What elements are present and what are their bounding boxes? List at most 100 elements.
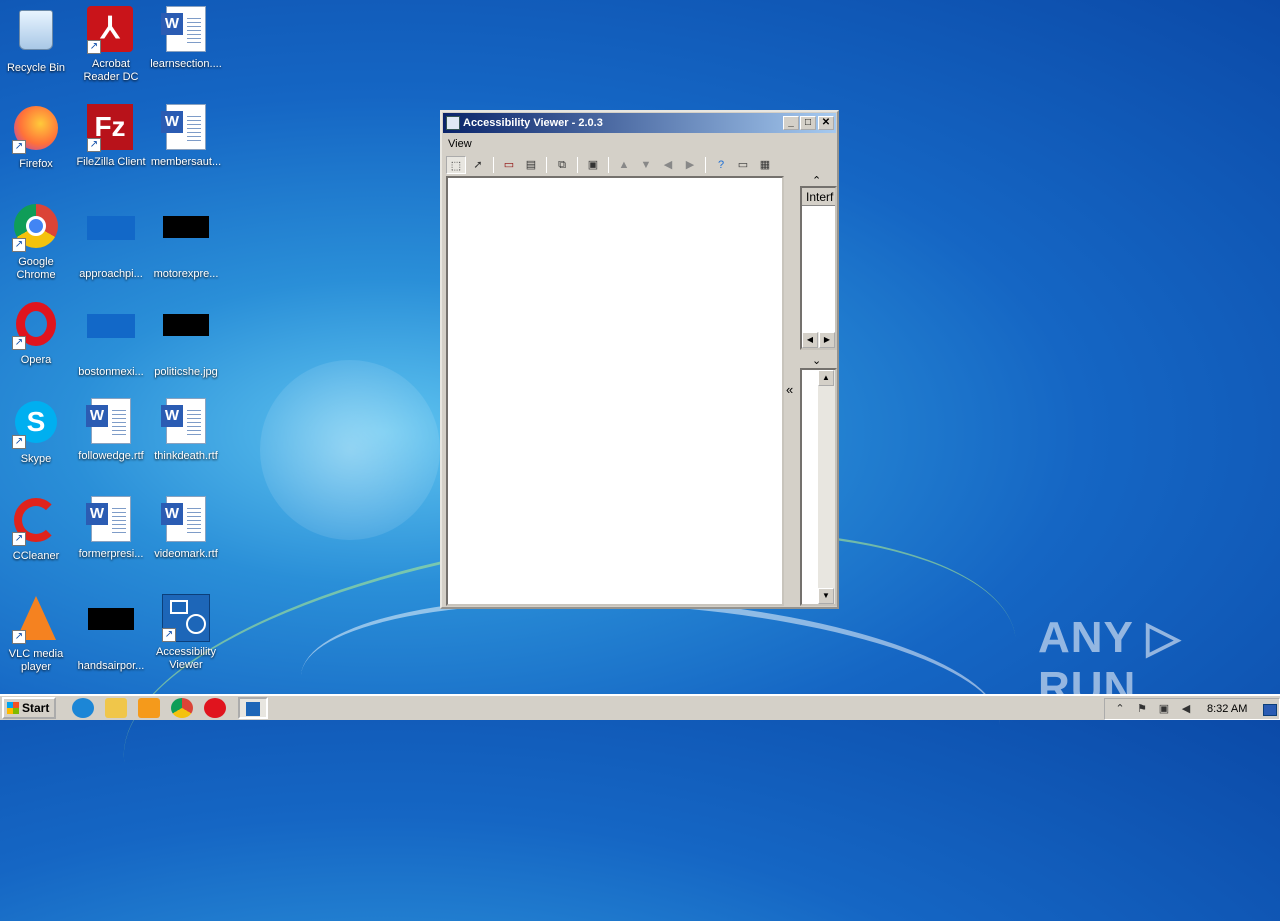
desktop-icon-label: membersaut... (150, 156, 222, 168)
navigate-left-icon[interactable]: ◀ (658, 156, 678, 174)
show-desktop-icon[interactable] (1263, 704, 1277, 716)
desktop-icon-label: CCleaner (12, 550, 60, 562)
window-title: Accessibility Viewer - 2.0.3 (463, 117, 603, 129)
close-button[interactable]: ✕ (818, 116, 834, 130)
word-document-icon: W (161, 6, 206, 52)
menu-view[interactable]: View (448, 138, 472, 150)
scroll-left-icon[interactable]: ◀ (802, 332, 818, 348)
desktop-icon-skype[interactable]: S ↗ Skype (0, 398, 74, 466)
tab-interfaces[interactable]: Interf (802, 188, 835, 206)
shortcut-arrow-icon: ↗ (12, 532, 26, 546)
toolbar-separator (705, 157, 706, 173)
internet-explorer-icon[interactable] (72, 698, 94, 718)
pointer-icon[interactable]: ➚ (468, 156, 488, 174)
desktop-icon-firefox[interactable]: ↗ Firefox (0, 104, 74, 171)
accessibility-tree-pane[interactable] (446, 176, 784, 606)
copy-icon[interactable]: ⧉ (552, 156, 572, 174)
desktop-icon-ccleaner[interactable]: ↗ CCleaner (0, 496, 74, 563)
scroll-down-icon[interactable]: ▼ (818, 588, 834, 604)
system-tray: ⌃ ⚑ ▣ ◀ 8:32 AM (1104, 698, 1280, 720)
highlight-rect-icon[interactable]: ▭ (499, 156, 519, 174)
desktop-icon-learnsection[interactable]: W learnsection.... (148, 6, 224, 71)
desktop-icon-label: Acrobat Reader DC (83, 58, 139, 83)
minimize-button[interactable]: _ (783, 116, 799, 130)
desktop-icon-label: handsairpor... (77, 660, 145, 672)
desktop-icon-handsairpor[interactable]: handsairpor... (73, 594, 149, 673)
window-frame-icon[interactable]: ▣ (583, 156, 603, 174)
clock[interactable]: 8:32 AM (1207, 703, 1247, 715)
collapse-pane-button[interactable]: « (786, 382, 793, 397)
desktop-icon-label: Firefox (19, 158, 53, 170)
scroll-right-icon[interactable]: ▶ (819, 332, 835, 348)
text-icon[interactable]: ▤ (521, 156, 541, 174)
navigate-up-icon[interactable]: ▲ (614, 156, 634, 174)
desktop-icon-vlc[interactable]: ↗ VLC media player (0, 594, 74, 674)
recycle-bin-icon (19, 10, 53, 50)
shortcut-arrow-icon: ↗ (162, 628, 176, 642)
shortcut-arrow-icon: ↗ (12, 140, 26, 154)
navigate-down-icon[interactable]: ▼ (636, 156, 656, 174)
desktop-icon-followedge[interactable]: W followedge.rtf (73, 398, 149, 463)
media-player-icon[interactable] (138, 698, 160, 718)
desktop-icon-videomark[interactable]: W videomark.rtf (148, 496, 224, 561)
toolbar-separator (577, 157, 578, 173)
start-button[interactable]: Start (2, 697, 56, 719)
desktop-icon-label: bostonmexi... (78, 366, 144, 378)
window-titlebar[interactable]: Accessibility Viewer - 2.0.3 _ □ ✕ (443, 113, 836, 133)
shortcut-arrow-icon: ↗ (12, 336, 26, 350)
wallpaper-glow (260, 360, 440, 540)
desktop-icon-label: formerpresi... (78, 548, 144, 560)
monitor-icon[interactable]: ▭ (733, 156, 753, 174)
desktop-icon-label: politicshe.jpg (154, 366, 218, 378)
shortcut-arrow-icon: ↗ (87, 138, 101, 152)
toolbar-separator (608, 157, 609, 173)
taskbar: Start ⌃ ⚑ ▣ ◀ 8:32 AM (0, 694, 1280, 720)
chrome-taskbar-icon[interactable] (171, 698, 193, 718)
desktop-icon-label: videomark.rtf (154, 548, 218, 560)
scroll-up-icon[interactable]: ▲ (818, 370, 834, 386)
desktop-icon-label: motorexpre... (153, 268, 219, 280)
network-icon[interactable]: ▣ (1157, 702, 1171, 716)
toolbar-separator (546, 157, 547, 173)
desktop-icon-acrobat[interactable]: ⅄ ↗ Acrobat Reader DC (73, 6, 149, 84)
accessibility-viewer-window: Accessibility Viewer - 2.0.3 _ □ ✕ View … (440, 110, 839, 609)
settings-icon[interactable]: ▦ (755, 156, 775, 174)
help-icon[interactable]: ? (711, 156, 731, 174)
expand-down-icon[interactable]: ⌄ (812, 354, 821, 367)
desktop-icon-opera[interactable]: ↗ Opera (0, 300, 74, 367)
desktop-icon-thinkdeath[interactable]: W thinkdeath.rtf (148, 398, 224, 463)
taskbar-accessibility-viewer[interactable] (238, 697, 268, 719)
desktop-icon-formerpresi[interactable]: W formerpresi... (73, 496, 149, 561)
word-document-icon: W (161, 398, 206, 444)
desktop-icon-accessibility-viewer[interactable]: ↗ Accessibility Viewer (148, 594, 224, 672)
desktop-icon-recycle-bin[interactable]: Recycle Bin (0, 6, 74, 75)
action-center-flag-icon[interactable]: ⚑ (1135, 702, 1149, 716)
desktop-icon-membersaut[interactable]: W membersaut... (148, 104, 224, 169)
desktop-icon-chrome[interactable]: ↗ Google Chrome (0, 202, 74, 282)
word-document-icon: W (86, 496, 131, 542)
desktop-icon-label: VLC media player (8, 648, 64, 673)
file-explorer-icon[interactable] (105, 698, 127, 718)
menu-bar: View (442, 134, 837, 154)
horizontal-scrollbar[interactable]: ◀ ▶ (802, 332, 835, 348)
desktop-icon-approachpi[interactable]: approachpi... (73, 202, 149, 281)
desktop-icon-politicshe[interactable]: politicshe.jpg (148, 300, 224, 379)
accessibility-viewer-icon (246, 702, 260, 716)
desktop-icon-label: learnsection.... (150, 58, 222, 70)
shortcut-arrow-icon: ↗ (12, 238, 26, 252)
opera-taskbar-icon[interactable] (204, 698, 226, 718)
maximize-button[interactable]: □ (800, 116, 816, 130)
desktop-icon-filezilla[interactable]: Fz ↗ FileZilla Client (73, 104, 149, 169)
navigate-right-icon[interactable]: ▶ (680, 156, 700, 174)
select-region-icon[interactable]: ⬚ (446, 156, 466, 174)
volume-icon[interactable]: ◀ (1179, 702, 1193, 716)
word-document-icon: W (86, 398, 131, 444)
show-hidden-icons-icon[interactable]: ⌃ (1113, 702, 1127, 716)
desktop-icon-bostonmexi[interactable]: bostonmexi... (73, 300, 149, 379)
desktop-icon-motorexpre[interactable]: motorexpre... (148, 202, 224, 281)
desktop-icon-label: Accessibility Viewer (156, 646, 216, 671)
desktop-icon-label: Google Chrome (16, 256, 56, 281)
vertical-scrollbar[interactable]: ▲ ▼ (818, 370, 835, 604)
properties-pane[interactable]: ▲ ▼ (800, 368, 837, 606)
file-icon (87, 216, 135, 240)
